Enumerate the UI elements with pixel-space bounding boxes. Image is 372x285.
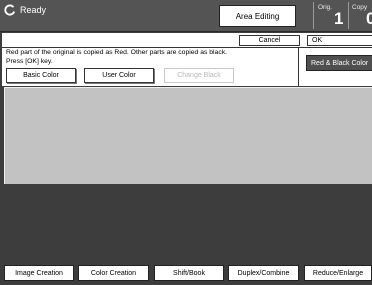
original-label: Orig.: [318, 4, 333, 11]
copier-screen: Ready Area Editing Orig. 1 Copy 0 Cancel…: [0, 0, 372, 285]
status-text: Ready: [20, 5, 47, 15]
status: Ready: [4, 4, 46, 16]
copy-label: Copy: [352, 4, 368, 11]
instruction-message: Red part of the original is copied as Re…: [6, 49, 296, 66]
options-panel: Cancel OK Red part of the original is co…: [2, 33, 372, 86]
divider: [313, 2, 314, 29]
ready-arc-icon: [4, 4, 16, 16]
message-line: Red part of the original is copied as Re…: [6, 49, 228, 56]
function-tabs: Image Creation Color Creation Shift/Book…: [0, 262, 372, 285]
red-black-color-button[interactable]: Red & Black Color: [306, 55, 372, 71]
basic-color-button[interactable]: Basic Color: [6, 68, 76, 83]
area-editing-button[interactable]: Area Editing: [219, 5, 296, 27]
user-color-button[interactable]: User Color: [84, 68, 154, 83]
copy-count: 0: [366, 9, 372, 28]
ok-button[interactable]: OK: [307, 35, 372, 46]
divider: [298, 48, 299, 86]
divider: [2, 47, 372, 48]
tab-color-creation[interactable]: Color Creation: [78, 265, 149, 281]
tab-image-creation[interactable]: Image Creation: [4, 265, 74, 281]
tab-duplex-combine[interactable]: Duplex/Combine: [228, 265, 299, 281]
divider: [348, 2, 349, 29]
status-bar: Ready Area Editing Orig. 1 Copy 0: [0, 0, 372, 32]
change-black-button: Change Black: [164, 68, 234, 83]
preview-area: [4, 87, 372, 184]
tab-reduce-enlarge[interactable]: Reduce/Enlarge: [304, 265, 372, 281]
original-count: 1: [334, 9, 344, 28]
message-line: Press [OK] key.: [6, 57, 53, 65]
tab-shift-book[interactable]: Shift/Book: [154, 265, 224, 281]
cancel-button[interactable]: Cancel: [239, 35, 300, 46]
